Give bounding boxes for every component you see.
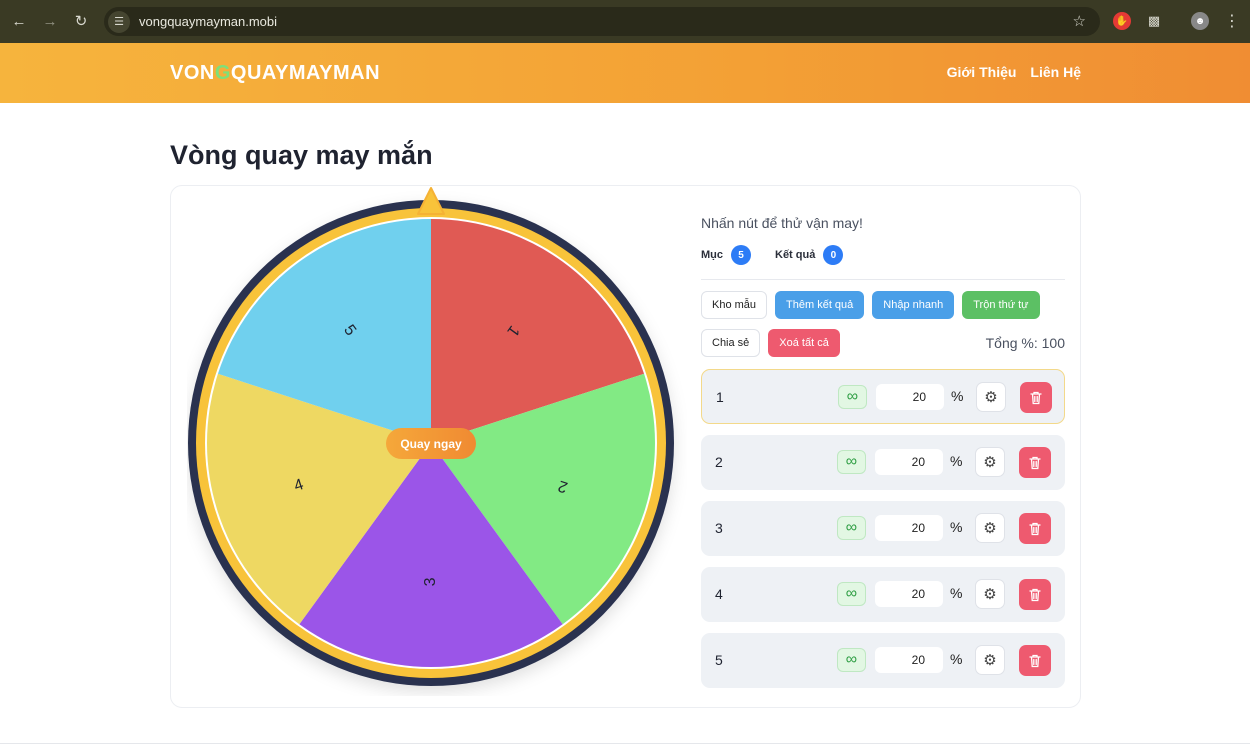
results-count-badge[interactable]: 0 [823,245,844,265]
clear-all-button[interactable]: Xoá tất cả [768,329,840,357]
gear-icon[interactable]: ⚙ [975,579,1005,609]
items-label: Mục [701,249,723,261]
item-label[interactable]: 5 [715,652,723,668]
wheel-svg[interactable]: 12345 Quay ngay [187,186,687,696]
site-logo[interactable]: VONGQUAYMAYMAN [170,62,380,85]
lucky-wheel[interactable]: 12345 Quay ngay [187,186,687,696]
trash-icon[interactable] [1019,579,1051,610]
spin-button-label[interactable]: Quay ngay [400,437,462,451]
url-text[interactable]: vongquaymayman.mobi [139,14,277,29]
divider [701,279,1065,280]
nav-about-link[interactable]: Giới Thiệu [947,64,1017,80]
gear-icon[interactable]: ⚙ [976,382,1006,412]
percent-sign: % [950,453,963,469]
item-label[interactable]: 1 [716,389,724,405]
share-button[interactable]: Chia sẻ [701,329,761,357]
infinity-icon[interactable]: ∞ [838,385,867,409]
infinity-icon[interactable]: ∞ [837,516,866,540]
back-arrow-icon[interactable]: ← [8,10,30,32]
item-label[interactable]: 2 [715,454,723,470]
item-label[interactable]: 3 [715,520,723,536]
percent-sign: % [950,651,963,667]
gear-icon[interactable]: ⚙ [975,513,1005,543]
percent-sign: % [951,388,964,404]
nav-contact-link[interactable]: Liên Hệ [1030,64,1081,80]
address-bar[interactable]: ☰ vongquaymayman.mobi ☆ [104,7,1100,36]
trash-icon[interactable] [1019,645,1051,676]
percent-input[interactable] [875,449,943,475]
list-item[interactable]: 2 ∞ % ⚙ [701,435,1065,490]
site-settings-icon[interactable]: ☰ [108,10,130,33]
action-row-1: Kho mẫu Thêm kết quả Nhập nhanh Trộn thứ… [701,291,1065,319]
footer-divider [0,743,1250,744]
trash-icon[interactable] [1020,382,1052,413]
shuffle-button[interactable]: Trộn thứ tự [962,291,1040,319]
main-nav: Giới Thiệu Liên Hệ [947,64,1081,80]
results-label: Kết quả [775,249,816,261]
list-item[interactable]: 3 ∞ % ⚙ [701,501,1065,556]
library-button[interactable]: Kho mẫu [701,291,768,319]
page-title: Vòng quay may mắn [170,140,433,170]
percent-sign: % [950,519,963,535]
tagline: Nhấn nút để thử vận may! [701,215,863,231]
item-label[interactable]: 4 [715,586,723,602]
infinity-icon[interactable]: ∞ [837,582,866,606]
wheel-segment-label: 3 [422,577,439,586]
list-item[interactable]: 1 ∞ % ⚙ [701,369,1065,424]
infinity-icon[interactable]: ∞ [837,450,866,474]
percent-input[interactable] [875,581,943,607]
profile-avatar-icon[interactable]: ☻ [1191,12,1209,30]
percent-sign: % [950,585,963,601]
stats-row: Mục 5 Kết quả 0 [701,245,1065,265]
spin-button[interactable]: Quay ngay [386,428,476,459]
percent-input[interactable] [876,384,944,410]
site-header: VONGQUAYMAYMAN Giới Thiệu Liên Hệ [0,43,1250,103]
percent-input[interactable] [875,515,943,541]
trash-icon[interactable] [1019,447,1051,478]
list-item[interactable]: 5 ∞ % ⚙ [701,633,1065,688]
gear-icon[interactable]: ⚙ [975,447,1005,477]
reload-icon[interactable]: ↻ [70,10,92,32]
infinity-icon[interactable]: ∞ [837,648,866,672]
percent-input[interactable] [875,647,943,673]
list-item[interactable]: 4 ∞ % ⚙ [701,567,1065,622]
trash-icon[interactable] [1019,513,1051,544]
forward-arrow-icon[interactable]: → [39,10,61,32]
add-result-button[interactable]: Thêm kết quả [775,291,865,319]
action-row-2: Chia sẻ Xoá tất cả Tổng %: 100 [701,329,1065,357]
control-panel: Nhấn nút để thử vận may! Mục 5 Kết quả 0 K… [701,215,1065,699]
extensions-puzzle-icon[interactable]: ▩ [1145,12,1163,30]
total-percent: Tổng %: 100 [985,335,1065,351]
quick-input-button[interactable]: Nhập nhanh [872,291,955,319]
items-count-badge: 5 [731,245,751,265]
menu-dots-icon[interactable]: ⋮ [1223,12,1241,30]
gear-icon[interactable]: ⚙ [975,645,1005,675]
items-list: 1 ∞ % ⚙ 2 ∞ % ⚙ 3 ∞ % ⚙ 4 ∞ % ⚙ [701,369,1065,688]
browser-toolbar: ← → ↻ ☰ vongquaymayman.mobi ☆ ✋ ▩ ☻ ⋮ [0,0,1250,43]
bookmark-star-icon[interactable]: ☆ [1073,12,1086,30]
extension-hand-icon[interactable]: ✋ [1113,12,1131,30]
